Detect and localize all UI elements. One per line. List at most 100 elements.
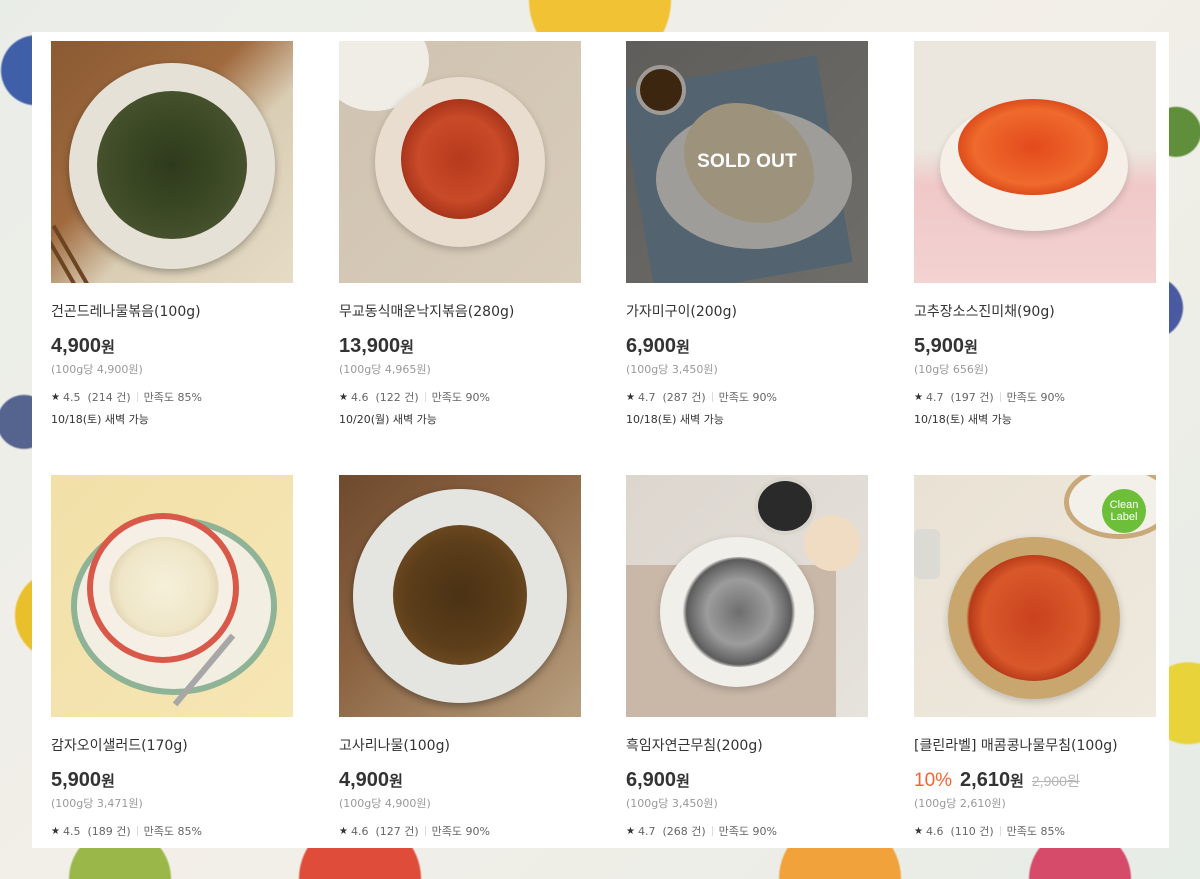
price-row: 13,900원 [339,335,581,359]
sold-out-label: SOLD OUT [697,151,797,172]
unit-price: (10g당 656원) [914,363,989,376]
product-card[interactable]: 건곤드레나물볶음(100g) 4,900원 (100g당 4,900원) ★ 4… [51,41,293,427]
review-count: (110 건) [950,825,994,838]
clean-label-badge: Clean Label [1102,489,1146,533]
product-name[interactable]: 고추장소스진미채(90g) [914,301,1156,321]
satisfaction: 만족도 85% [1006,825,1065,838]
product-name[interactable]: 가자미구이(200g) [626,301,868,321]
satisfaction: 만족도 90% [718,391,777,404]
product-price: 5,900원 [51,769,115,791]
unit-price: (100g당 3,471원) [51,797,143,810]
unit-price: (100g당 3,450원) [626,363,718,376]
product-name[interactable]: 흑임자연근무침(200g) [626,735,868,755]
delivery-info: 10/20(월) 새벽 가능 [339,413,437,426]
product-card[interactable]: 무교동식매운낙지볶음(280g) 13,900원 (100g당 4,965원) … [339,41,581,427]
satisfaction: 만족도 85% [143,391,202,404]
review-count: (287 건) [662,391,706,404]
star-icon: ★ [339,825,348,837]
review-count: (189 건) [87,825,131,838]
price-row: 5,900원 [914,335,1156,359]
unit-price: (100g당 3,450원) [626,797,718,810]
price-row: 10% 2,610원 2,900원 [914,769,1156,793]
rating-row: ★ 4.6 (127 건) 만족도 90% [339,823,581,839]
product-card[interactable]: Clean Label [클린라벨] 매콤콩나물무침(100g) 10% 2,6… [914,475,1156,839]
rating-row: ★ 4.5 (189 건) 만족도 85% [51,823,293,839]
product-image[interactable] [914,41,1156,283]
rating-row: ★ 4.5 (214 건) 만족도 85% [51,389,293,405]
star-icon: ★ [51,391,60,403]
divider [136,392,138,402]
satisfaction: 만족도 85% [143,825,202,838]
divider [424,392,426,402]
product-image[interactable] [51,41,293,283]
star-icon: ★ [626,825,635,837]
product-price: 6,900원 [626,335,690,357]
rating-value: 4.7 [925,390,944,404]
discount-rate: 10% [914,770,953,791]
star-icon: ★ [914,825,923,837]
delivery-info: 10/18(토) 새벽 가능 [914,413,1012,426]
product-price: 4,900원 [51,335,115,357]
rating-value: 4.6 [350,390,369,404]
rating-row: ★ 4.7 (268 건) 만족도 90% [626,823,868,839]
review-count: (268 건) [662,825,706,838]
rating-value: 4.5 [62,824,81,838]
product-image[interactable]: SOLD OUT [626,41,868,283]
product-price: 2,610원 [960,769,1024,791]
rating-row: ★ 4.6 (110 건) 만족도 85% [914,823,1156,839]
review-count: (197 건) [950,391,994,404]
product-name[interactable]: 고사리나물(100g) [339,735,581,755]
divider [999,392,1001,402]
rating-value: 4.7 [637,390,656,404]
star-icon: ★ [626,391,635,403]
unit-price: (100g당 4,900원) [51,363,143,376]
satisfaction: 만족도 90% [431,391,490,404]
product-price: 4,900원 [339,769,403,791]
delivery-info: 10/18(토) 새벽 가능 [51,413,149,426]
product-name[interactable]: 건곤드레나물볶음(100g) [51,301,293,321]
divider [711,826,713,836]
product-card[interactable]: 고사리나물(100g) 4,900원 (100g당 4,900원) ★ 4.6 … [339,475,581,839]
star-icon: ★ [914,391,923,403]
star-icon: ★ [339,391,348,403]
price-row: 5,900원 [51,769,293,793]
product-price: 13,900원 [339,335,414,357]
product-card[interactable]: 고추장소스진미채(90g) 5,900원 (10g당 656원) ★ 4.7 (… [914,41,1156,427]
product-image[interactable] [339,475,581,717]
satisfaction: 만족도 90% [1006,391,1065,404]
unit-price: (100g당 4,900원) [339,797,431,810]
rating-row: ★ 4.6 (122 건) 만족도 90% [339,389,581,405]
price-row: 6,900원 [626,335,868,359]
review-count: (122 건) [375,391,419,404]
review-count: (214 건) [87,391,131,404]
product-price: 6,900원 [626,769,690,791]
original-price: 2,900원 [1031,773,1080,789]
review-count: (127 건) [375,825,419,838]
product-image[interactable] [51,475,293,717]
product-list-panel: 건곤드레나물볶음(100g) 4,900원 (100g당 4,900원) ★ 4… [32,32,1169,848]
product-card[interactable]: 흑임자연근무침(200g) 6,900원 (100g당 3,450원) ★ 4.… [626,475,868,839]
product-price: 5,900원 [914,335,978,357]
divider [136,826,138,836]
product-card[interactable]: 감자오이샐러드(170g) 5,900원 (100g당 3,471원) ★ 4.… [51,475,293,839]
divider [999,826,1001,836]
product-image[interactable] [339,41,581,283]
price-row: 4,900원 [51,335,293,359]
divider [424,826,426,836]
product-image[interactable]: Clean Label [914,475,1156,717]
rating-value: 4.6 [925,824,944,838]
unit-price: (100g당 2,610원) [914,797,1006,810]
satisfaction: 만족도 90% [431,825,490,838]
product-name[interactable]: [클린라벨] 매콤콩나물무침(100g) [914,735,1156,755]
product-image[interactable] [626,475,868,717]
sold-out-overlay: SOLD OUT [626,41,868,283]
product-card[interactable]: SOLD OUT 가자미구이(200g) 6,900원 (100g당 3,450… [626,41,868,427]
rating-value: 4.7 [637,824,656,838]
rating-row: ★ 4.7 (197 건) 만족도 90% [914,389,1156,405]
product-name[interactable]: 감자오이샐러드(170g) [51,735,293,755]
product-name[interactable]: 무교동식매운낙지볶음(280g) [339,301,581,321]
star-icon: ★ [51,825,60,837]
price-row: 6,900원 [626,769,868,793]
divider [711,392,713,402]
unit-price: (100g당 4,965원) [339,363,431,376]
